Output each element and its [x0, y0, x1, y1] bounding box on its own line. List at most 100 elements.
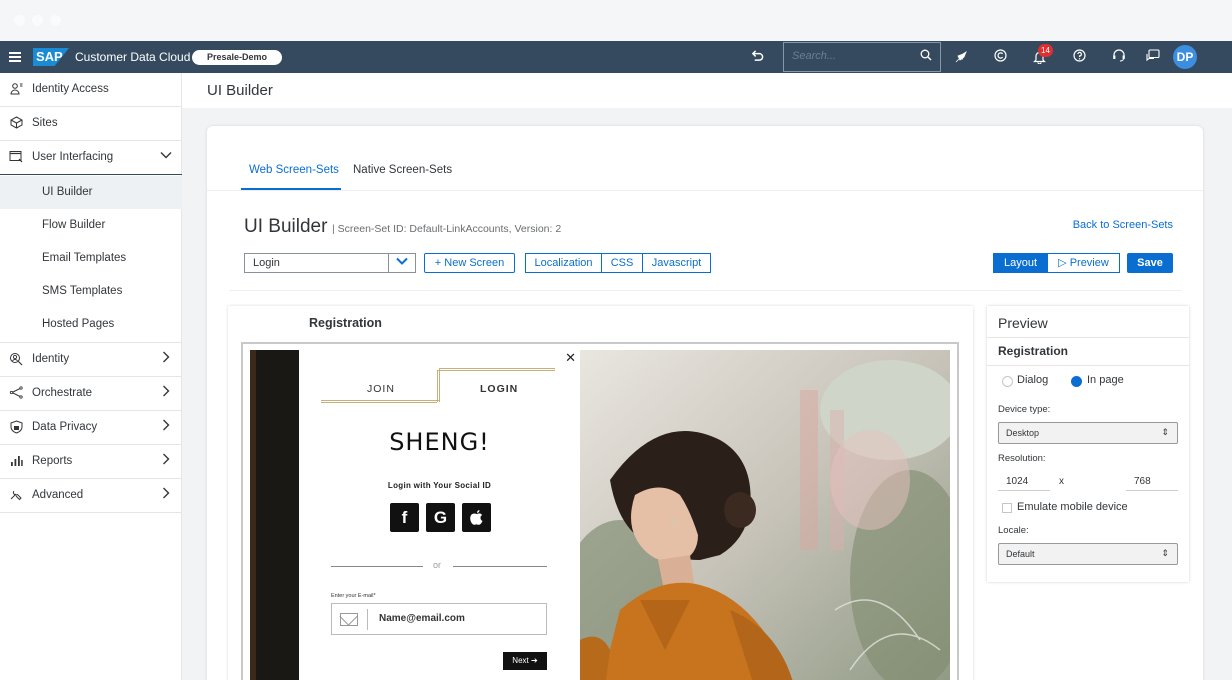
feedback-icon[interactable] [1146, 49, 1160, 65]
screen-set-meta: | Screen-Set ID: Default-LinkAccounts, V… [332, 223, 562, 235]
in-page-radio[interactable] [1071, 376, 1082, 387]
device-type-select[interactable]: Desktop ⇕ [998, 422, 1178, 444]
sidebar-item-advanced[interactable]: Advanced [0, 479, 182, 513]
sidebar-subitem-label: Hosted Pages [42, 318, 115, 330]
tab-decoration [321, 400, 439, 401]
layout-button[interactable]: Layout [993, 253, 1048, 273]
sidebar-item-identity-access[interactable]: Identity Access [0, 73, 182, 107]
email-field[interactable]: Name@email.com [331, 603, 547, 635]
email-value: Name@email.com [379, 613, 465, 624]
javascript-button[interactable]: Javascript [642, 253, 711, 273]
copyright-icon[interactable] [994, 49, 1007, 65]
sidebar-item-reports[interactable]: Reports [0, 445, 182, 479]
reports-icon [8, 454, 24, 470]
undo-icon[interactable] [751, 49, 764, 65]
select-arrows-icon: ⇕ [1161, 548, 1169, 558]
chevron-right-icon[interactable] [160, 453, 172, 468]
window-dot [32, 15, 43, 26]
chevron-down-icon[interactable] [388, 254, 415, 272]
social-login-caption: Login with Your Social ID [387, 481, 492, 490]
back-to-screen-sets-link[interactable]: Back to Screen-Sets [1073, 219, 1173, 231]
preview-toggle-label: Preview [1069, 257, 1109, 269]
tab-divider [207, 190, 1203, 191]
menu-icon[interactable] [9, 52, 21, 62]
brand-logo: SHENG! [389, 428, 490, 456]
login-form[interactable]: ✕ JOIN LOGIN SHENG! Login with Your Soci… [299, 350, 580, 680]
search-icon[interactable] [920, 49, 932, 64]
search-field[interactable] [783, 42, 941, 72]
screen-select[interactable]: Login [244, 253, 416, 273]
support-icon[interactable] [1112, 49, 1126, 65]
preview-toggle-button[interactable]: ▷ Preview [1047, 253, 1120, 273]
resolution-width-input[interactable]: 1024 [998, 473, 1050, 491]
preview-panel: Preview Registration Dialog In page Devi… [987, 306, 1189, 582]
in-page-radio-label: In page [1087, 374, 1124, 386]
identity-icon [8, 352, 24, 369]
sidebar-subitem-email-templates[interactable]: Email Templates [0, 242, 182, 275]
sidebar-item-label: Data Privacy [32, 421, 98, 433]
preview-title: Preview [998, 315, 1048, 331]
sidebar-subitem-hosted-pages[interactable]: Hosted Pages [0, 308, 182, 343]
chevron-right-icon[interactable] [160, 487, 172, 502]
window-dot [50, 15, 61, 26]
sidebar-item-data-privacy[interactable]: Data Privacy [0, 411, 182, 445]
or-separator: or [433, 560, 442, 570]
sidebar-item-user-interfacing[interactable]: User Interfacing [0, 141, 182, 175]
notification-badge[interactable]: 14 [1038, 44, 1053, 57]
avatar[interactable]: DP [1173, 45, 1197, 69]
divider [987, 365, 1189, 366]
arrow-right-icon: ➔ [530, 656, 538, 665]
tab-native-screen-sets[interactable]: Native Screen-Sets [353, 164, 452, 176]
tab-decoration [439, 368, 555, 369]
divider-line [331, 566, 423, 567]
google-login-button[interactable]: G [426, 503, 455, 532]
chevron-right-icon[interactable] [160, 419, 172, 434]
browser-chrome [0, 0, 1232, 41]
chevron-down-icon[interactable] [160, 149, 172, 164]
screen-frame[interactable]: ✕ JOIN LOGIN SHENG! Login with Your Soci… [241, 342, 959, 680]
product-name: Customer Data Cloud [75, 50, 191, 64]
tab-decoration [321, 402, 437, 403]
email-label: Enter your E-mail* [331, 593, 376, 599]
sidebar-item-sites[interactable]: Sites [0, 107, 182, 141]
environment-badge[interactable]: Presale-Demo [192, 50, 282, 65]
sites-icon [8, 116, 24, 132]
chevron-right-icon[interactable] [160, 351, 172, 366]
sidebar-subitem-label: Flow Builder [42, 219, 106, 231]
emulate-mobile-checkbox[interactable] [1002, 503, 1012, 513]
sidebar-subitem-flow-builder[interactable]: Flow Builder [0, 209, 182, 242]
apple-login-button[interactable] [462, 503, 491, 532]
emulate-mobile-label: Emulate mobile device [1017, 501, 1128, 513]
facebook-login-button[interactable]: f [390, 503, 419, 532]
dialog-radio[interactable] [1002, 376, 1013, 387]
css-button[interactable]: CSS [601, 253, 643, 273]
window-dot [14, 15, 25, 26]
search-input[interactable] [792, 50, 912, 62]
orchestrate-icon [8, 386, 24, 402]
builder-card: Web Screen-Sets Native Screen-Sets UI Bu… [207, 126, 1203, 680]
user-interfacing-icon [8, 150, 24, 166]
sidebar-subitem-ui-builder[interactable]: UI Builder [0, 176, 182, 209]
login-tab[interactable]: LOGIN [480, 383, 518, 395]
localization-button[interactable]: Localization [525, 253, 602, 273]
new-screen-button[interactable]: + New Screen [424, 253, 515, 273]
tab-web-screen-sets[interactable]: Web Screen-Sets [249, 164, 339, 176]
close-icon[interactable]: ✕ [565, 350, 576, 366]
sidebar-subitem-sms-templates[interactable]: SMS Templates [0, 275, 182, 308]
help-icon[interactable] [1073, 49, 1086, 65]
feather-icon[interactable] [954, 50, 968, 67]
next-button[interactable]: Next ➔ [503, 652, 547, 670]
save-button[interactable]: Save [1127, 253, 1173, 273]
sap-logo[interactable]: SAP [33, 48, 69, 66]
locale-select[interactable]: Default ⇕ [998, 543, 1178, 565]
join-tab[interactable]: JOIN [367, 383, 395, 395]
builder-title: UI Builder [244, 216, 328, 237]
resolution-height-input[interactable]: 768 [1126, 473, 1178, 491]
sidebar-item-orchestrate[interactable]: Orchestrate [0, 377, 182, 411]
sidebar-item-identity[interactable]: Identity [0, 343, 182, 377]
screen-set-meta-text: Screen-Set ID: Default-LinkAccounts, Ver… [337, 223, 562, 235]
divider [987, 337, 1189, 338]
chevron-right-icon[interactable] [160, 385, 172, 400]
design-canvas[interactable]: Registration ✕ JOIN LOGIN SHENG! Login w… [228, 306, 973, 680]
sidebar-subitem-label: UI Builder [42, 186, 93, 198]
